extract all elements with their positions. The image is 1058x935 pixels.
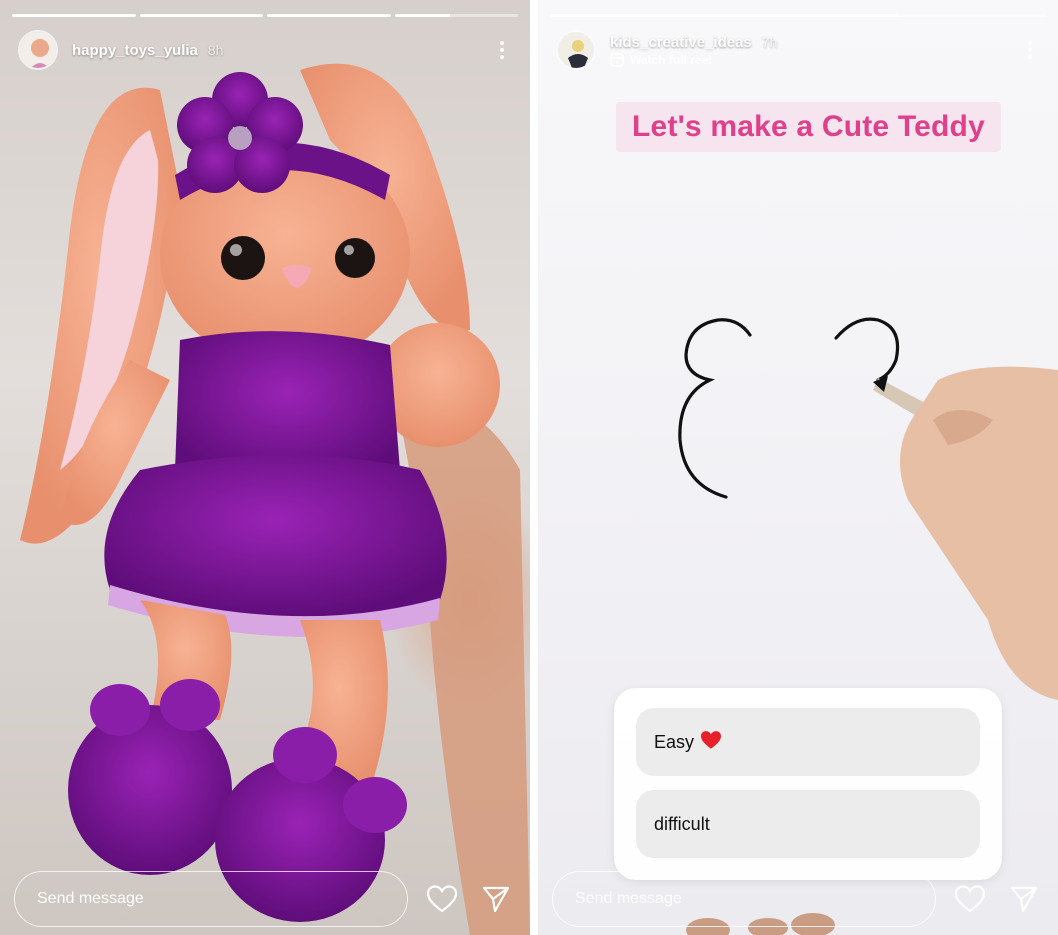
story-header: kids_creative_ideas 7h Watch full reel [556,28,1040,72]
progress-segment [267,14,391,17]
time-ago: 7h [761,33,778,50]
story-header: happy_toys_yulia 8h [18,28,512,72]
watch-full-reel-link[interactable]: Watch full reel [610,53,777,67]
progress-segment [139,14,263,17]
send-icon[interactable] [1004,879,1044,919]
story-happy-toys[interactable]: happy_toys_yulia 8h Send message [0,0,530,935]
poll-option-label: difficult [654,813,710,834]
progress-segment [394,14,518,17]
story-progress [550,14,1046,17]
more-icon[interactable] [1020,35,1040,65]
heart-icon[interactable] [950,879,990,919]
send-icon[interactable] [476,879,516,919]
watch-full-reel-label: Watch full reel [630,52,712,67]
crochet-bunny-image [20,63,530,935]
poll-option-easy[interactable]: Easy [636,708,980,776]
send-message-input[interactable]: Send message [14,871,408,927]
story-progress [12,14,518,17]
username[interactable]: happy_toys_yulia [72,42,198,59]
heart-emoji-icon [700,730,722,755]
heart-icon[interactable] [422,879,462,919]
time-ago: 8h [207,41,224,58]
poll-option-difficult[interactable]: difficult [636,790,980,858]
story-kids-creative[interactable]: kids_creative_ideas 7h Watch full reel L… [538,0,1058,935]
send-message-input[interactable]: Send message [552,871,936,927]
poll-sticker: Easy difficult [614,688,1002,880]
story-reply-bar: Send message [14,871,516,927]
username[interactable]: kids_creative_ideas [610,34,752,51]
avatar[interactable] [556,30,596,70]
progress-segment [550,14,1046,17]
story-reply-bar: Send message [552,871,1044,927]
progress-segment [12,14,136,17]
avatar[interactable] [18,30,58,70]
reel-icon [610,52,624,67]
title-sticker: Let's make a Cute Teddy [616,102,1001,152]
poll-option-label: Easy [654,731,695,752]
title-sticker-text: Let's make a Cute Teddy [632,110,985,143]
more-icon[interactable] [492,35,512,65]
